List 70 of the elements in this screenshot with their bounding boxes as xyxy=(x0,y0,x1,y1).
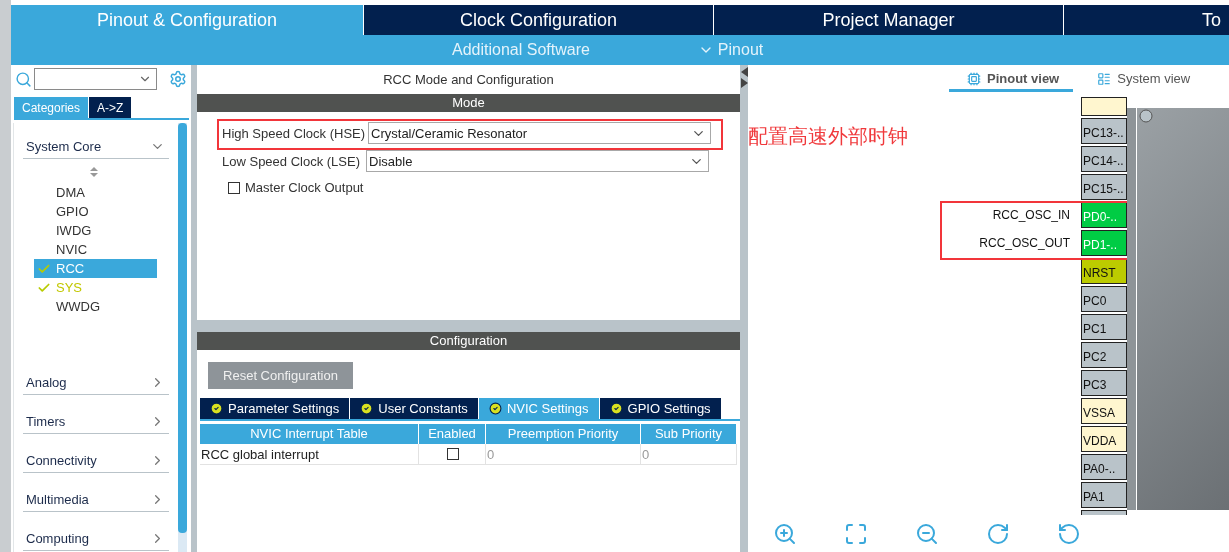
rotate-right-icon[interactable] xyxy=(986,521,1010,546)
top-tab[interactable]: Project Manager xyxy=(714,5,1063,35)
category-item[interactable]: Connectivity xyxy=(23,434,169,473)
sidebar-tab[interactable]: A->Z xyxy=(89,97,132,118)
pin[interactable]: PC2 xyxy=(1081,342,1127,368)
column-header: NVIC Interrupt Table xyxy=(200,424,418,444)
pin[interactable]: PA0-.. xyxy=(1081,454,1127,480)
check-circle-icon xyxy=(488,402,502,415)
column-header: Enabled xyxy=(419,424,485,444)
pin[interactable]: VSSA xyxy=(1081,398,1127,424)
checkbox[interactable] xyxy=(228,181,240,194)
table-cell: 0 xyxy=(486,444,641,465)
zoom-out-icon[interactable] xyxy=(915,521,939,546)
pin[interactable]: PC14-.. xyxy=(1081,146,1127,172)
signal-label: RCC_OSC_IN xyxy=(992,208,1070,222)
select-field[interactable]: Disable xyxy=(366,150,709,172)
peripheral-item[interactable]: NVIC xyxy=(34,240,157,259)
category-item[interactable]: System Core xyxy=(23,135,169,159)
pin-marker-icon xyxy=(1139,109,1153,123)
pin[interactable]: PC15-.. xyxy=(1081,174,1127,200)
rotate-left-icon[interactable] xyxy=(1057,521,1081,546)
view-tab[interactable]: System view xyxy=(1079,68,1205,92)
top-tab[interactable]: Clock Configuration xyxy=(364,5,713,35)
zoom-in-icon[interactable] xyxy=(773,521,797,546)
section-header: Configuration xyxy=(197,332,740,350)
settings-icon[interactable] xyxy=(169,70,187,88)
check-circle-icon xyxy=(360,402,374,415)
select-field[interactable]: Crystal/Ceramic Resonator xyxy=(368,122,712,144)
fit-icon[interactable] xyxy=(844,521,868,546)
settings-tab[interactable]: User Constants xyxy=(350,398,478,419)
view-tab[interactable]: Pinout view xyxy=(949,68,1074,92)
field-label: Low Speed Clock (LSE) xyxy=(222,153,360,169)
pin[interactable]: NRST xyxy=(1081,258,1127,284)
pin[interactable]: PC0 xyxy=(1081,286,1127,312)
pin[interactable]: PA1 xyxy=(1081,482,1127,508)
panel-title: RCC Mode and Configuration xyxy=(382,71,555,89)
category-item[interactable]: Computing xyxy=(23,512,169,551)
pin[interactable] xyxy=(1081,97,1127,116)
settings-tab[interactable]: Parameter Settings xyxy=(200,398,350,419)
pin[interactable]: PC3 xyxy=(1081,370,1127,396)
check-circle-icon xyxy=(609,402,623,415)
section-header: Mode xyxy=(197,94,740,112)
signal-label: RCC_OSC_OUT xyxy=(979,236,1070,250)
pin[interactable]: PC1 xyxy=(1081,314,1127,340)
pin[interactable]: PC13-.. xyxy=(1081,118,1127,144)
search-combo-field[interactable] xyxy=(34,68,157,90)
scrollbar[interactable] xyxy=(178,123,187,552)
top-tab[interactable]: To xyxy=(1064,5,1229,35)
checkbox-label: Master Clock Output xyxy=(245,180,364,195)
peripheral-item[interactable]: GPIO xyxy=(34,202,157,221)
checkbox[interactable] xyxy=(446,448,459,460)
category-item[interactable]: Timers xyxy=(23,395,169,434)
column-header: Preemption Priority xyxy=(486,424,640,444)
pin[interactable]: VDDA xyxy=(1081,426,1127,452)
peripheral-item[interactable]: IWDG xyxy=(34,221,157,240)
list-icon xyxy=(1097,71,1112,86)
table-cell: 0 xyxy=(641,444,737,465)
search-icon[interactable] xyxy=(15,70,32,88)
column-header: Sub Priority xyxy=(641,424,736,444)
check-circle-icon xyxy=(210,402,223,415)
sort-icon[interactable] xyxy=(90,167,98,177)
annotation-text: 配置高速外部时钟 xyxy=(748,124,908,149)
field-label: High Speed Clock (HSE) xyxy=(222,125,366,141)
category-item[interactable]: Analog xyxy=(23,356,169,395)
table-cell: RCC global interrupt xyxy=(200,444,419,465)
chip-icon xyxy=(967,71,981,86)
peripheral-item[interactable]: WWDG xyxy=(34,297,157,316)
peripheral-item[interactable]: DMA xyxy=(34,183,157,202)
category-item[interactable]: Multimedia xyxy=(23,473,169,512)
settings-tab[interactable]: GPIO Settings xyxy=(599,398,721,419)
